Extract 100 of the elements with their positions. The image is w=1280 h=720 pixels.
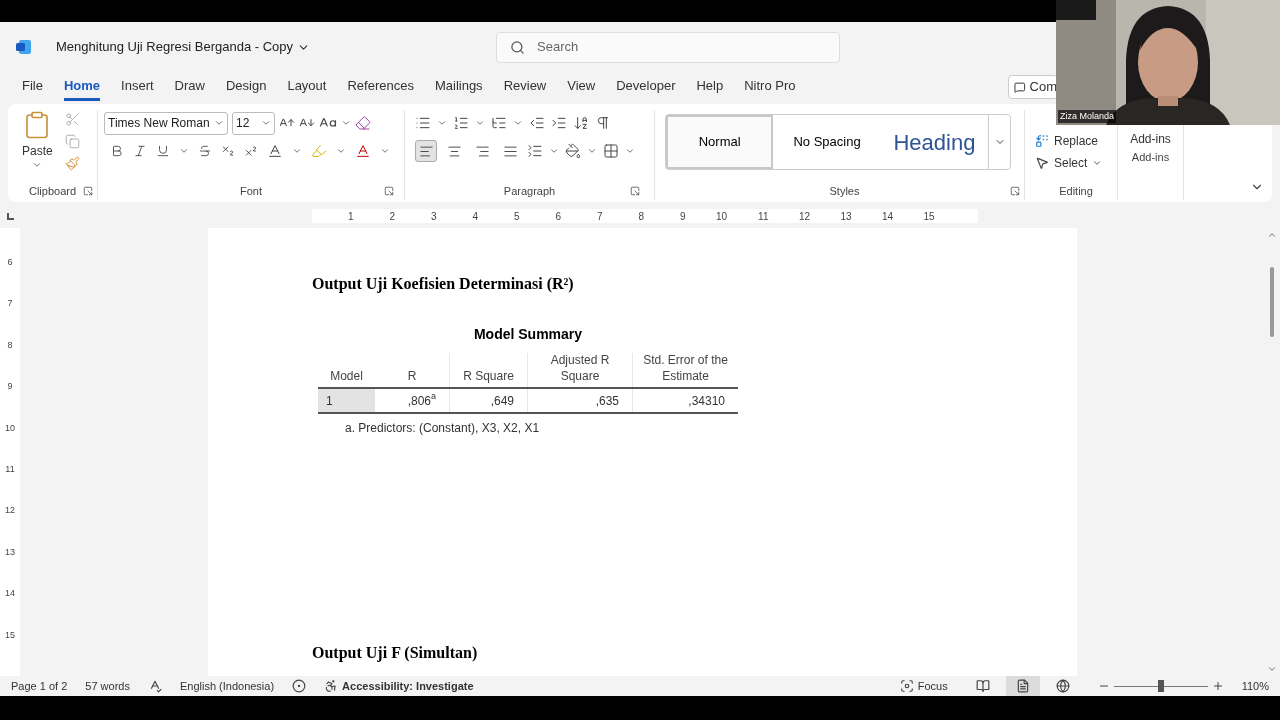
replace-icon [1035, 134, 1049, 148]
bullets-icon[interactable] [415, 115, 431, 131]
caret-icon[interactable] [587, 146, 597, 156]
caret-icon[interactable] [292, 146, 302, 156]
dialog-launcher-icon[interactable] [83, 186, 93, 196]
style-item[interactable]: Normal [666, 115, 774, 169]
caret-icon[interactable] [179, 146, 189, 156]
subscript-icon[interactable] [221, 144, 235, 158]
scroll-down-icon [1267, 664, 1277, 674]
dialog-launcher-icon[interactable] [384, 186, 394, 196]
menu-tab[interactable]: Mailings [434, 73, 483, 101]
focus-button[interactable]: Focus [899, 677, 948, 695]
style-item[interactable]: No Spacing [773, 115, 881, 169]
ruler-number: 14 [880, 209, 893, 224]
ruler-number: 4 [471, 209, 478, 224]
accessibility-button[interactable]: Accessibility: Investigate [324, 677, 474, 695]
menu-tab[interactable]: Draw [174, 73, 205, 101]
menu-tab[interactable]: Layout [287, 73, 327, 101]
column-header: R [406, 368, 418, 384]
increase-indent-icon[interactable] [551, 115, 567, 131]
group-label: Paragraph [503, 183, 556, 199]
menu-tab[interactable]: File [22, 73, 43, 101]
menu-tab[interactable]: View [567, 73, 596, 101]
ruler-number: 6 [554, 209, 561, 224]
pilcrow-icon[interactable] [595, 115, 611, 131]
text-effects-icon[interactable] [267, 143, 283, 159]
menu-tab[interactable]: Nitro Pro [744, 73, 796, 101]
table-cell: ,635 [527, 389, 632, 412]
view-button[interactable] [1005, 676, 1040, 696]
pointer-icon [1035, 156, 1049, 170]
line-spacing-icon[interactable] [527, 143, 543, 159]
italic-icon[interactable] [133, 144, 147, 158]
caret-icon[interactable] [549, 146, 559, 156]
ruler-number: 9 [6, 380, 14, 394]
word-count[interactable]: 57 words [85, 677, 130, 695]
zoom-slider[interactable] [1113, 680, 1208, 692]
font-family-value: Times New Roman [108, 115, 210, 132]
menu-tab[interactable]: Help [696, 73, 724, 101]
replace-button[interactable]: Replace [1035, 130, 1117, 152]
document-title[interactable]: Menghitung Uji Regresi Berganda - Copy [56, 37, 293, 57]
shading-icon[interactable] [565, 143, 581, 159]
caret-icon[interactable] [625, 146, 635, 156]
paste-button[interactable]: Paste [22, 110, 53, 171]
bold-icon[interactable] [110, 144, 124, 158]
caret-icon[interactable] [475, 118, 485, 128]
table-title: Model Summary [472, 325, 584, 344]
zoom-level[interactable]: 110% [1241, 677, 1269, 695]
view-icon [975, 679, 990, 693]
menu-tab[interactable]: Review [503, 73, 547, 101]
caret-icon[interactable] [341, 118, 351, 128]
caret-icon[interactable] [437, 118, 447, 128]
style-item[interactable]: Heading [880, 115, 989, 169]
align-icon [474, 143, 490, 159]
ruler-number: 8 [637, 209, 644, 224]
ruler-number: 9 [678, 209, 686, 224]
zoom-in-icon[interactable] [1211, 680, 1224, 692]
column-header: Model [329, 368, 364, 384]
menu-tab[interactable]: Home [63, 73, 101, 101]
column-header: Adjusted R Square [549, 352, 611, 384]
caret-icon[interactable] [336, 146, 346, 156]
dialog-launcher-icon[interactable] [1010, 186, 1020, 196]
menu-tab[interactable]: Insert [121, 73, 154, 101]
numbering-icon[interactable] [453, 115, 469, 131]
underline-icon[interactable] [156, 144, 170, 158]
decrease-indent-icon[interactable] [529, 115, 545, 131]
strikethrough-icon[interactable] [198, 144, 212, 158]
font-color-icon[interactable] [355, 143, 371, 159]
focus-icon [899, 679, 914, 693]
search-field[interactable]: Search [496, 31, 840, 63]
table-cell: ,649 [449, 389, 527, 412]
ruler-number: 13 [839, 209, 852, 224]
macro-record-icon[interactable] [292, 679, 307, 693]
menu-tab[interactable]: Developer [616, 73, 676, 101]
language[interactable]: English (Indonesia) [179, 677, 275, 695]
dialog-launcher-icon[interactable] [630, 186, 640, 196]
section-heading: Output Uji Koefisien Determinasi (R²) [312, 274, 575, 295]
ruler-number: 10 [4, 421, 16, 435]
clear-formatting-icon[interactable] [355, 115, 371, 131]
view-icon [1015, 679, 1030, 693]
ruler-number: 11 [4, 462, 16, 476]
caret-icon[interactable] [380, 146, 390, 156]
font-size-field[interactable]: 12 [232, 111, 275, 135]
align-icon [446, 143, 462, 159]
table-cell-text: ,806$^{a}$ [406, 390, 437, 410]
comments-button[interactable]: Com [1008, 75, 1058, 99]
tab-selector-icon[interactable] [7, 212, 14, 220]
page-count[interactable]: Page 1 of 2 [11, 677, 68, 695]
caret-icon[interactable] [513, 118, 523, 128]
borders-icon[interactable] [603, 143, 619, 159]
superscript-icon[interactable] [244, 144, 258, 158]
sort-icon[interactable] [573, 115, 589, 131]
select-button[interactable]: Select [1035, 152, 1117, 174]
view-icon [1055, 679, 1070, 693]
multilevel-list-icon[interactable] [491, 115, 507, 131]
group-label: Clipboard [28, 183, 77, 199]
section-heading: Output Uji F (Simultan) [312, 643, 479, 664]
menu-tab[interactable]: Design [225, 73, 267, 101]
font-family-field[interactable]: Times New Roman [104, 111, 228, 135]
add-ins-button[interactable]: Add-ins [1130, 130, 1171, 148]
menu-tab[interactable]: References [347, 73, 414, 101]
